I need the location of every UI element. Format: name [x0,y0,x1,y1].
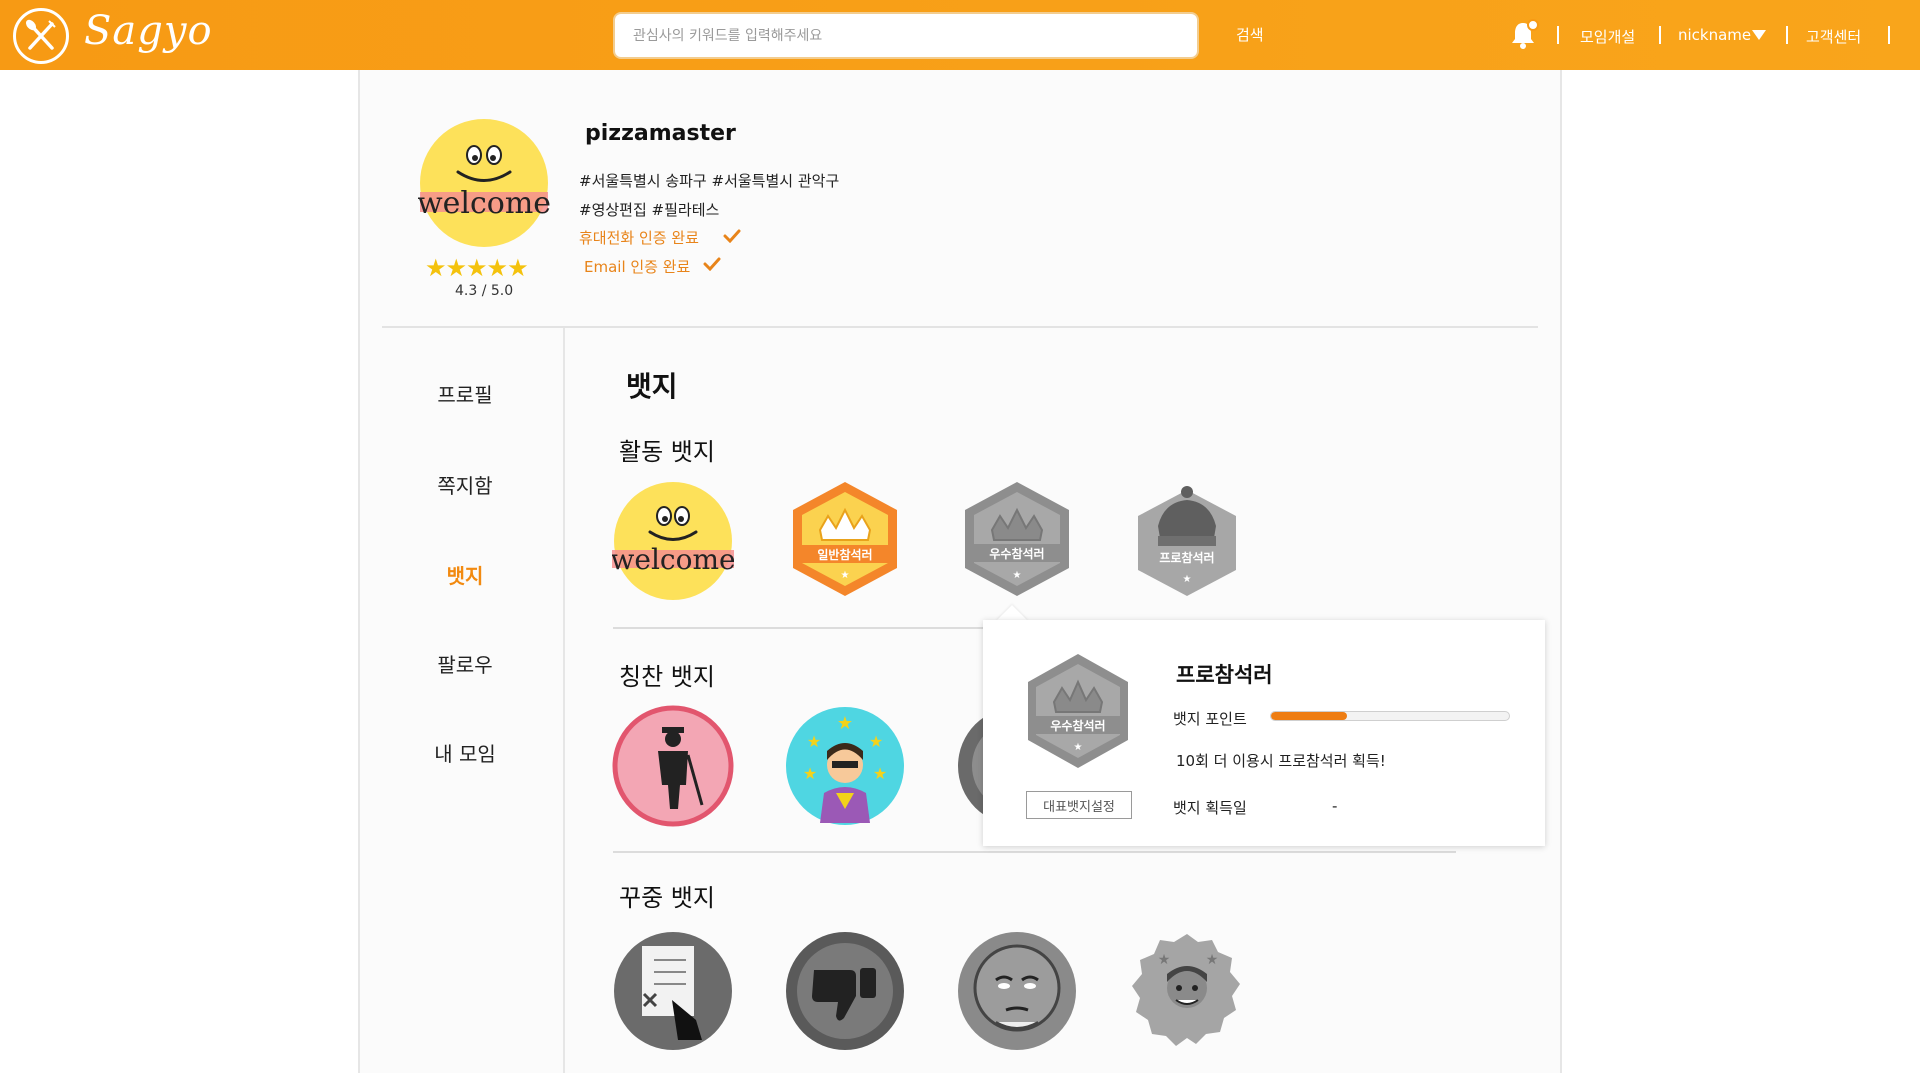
rating-value: 4.3 / 5.0 [455,283,514,299]
create-meeting-link[interactable]: 모임개설 [1580,26,1635,47]
thumbs-down-badge[interactable] [784,930,906,1052]
username: pizzamaster [585,121,736,146]
location-tags: #서울특별시 송파구 #서울특별시 관악구 [579,172,840,190]
svg-text:★: ★ [837,713,853,734]
acquired-date-label: 뱃지 획득일 [1173,799,1247,817]
header-separator [1888,26,1890,44]
svg-text:★: ★ [1074,742,1083,753]
set-representative-badge-button[interactable]: 대표뱃지설정 [1026,791,1132,819]
check-icon [723,229,741,243]
badge-point-label: 뱃지 포인트 [1173,710,1247,728]
popup-arrow [996,605,1028,621]
logo-icon[interactable] [13,8,69,64]
badge-point-progress-fill [1271,712,1348,720]
badge-point-progress [1270,711,1510,721]
sidebar-item-follow[interactable]: 팔로우 [400,649,530,678]
header-separator [1557,26,1559,44]
excellent-participant-badge[interactable]: 우수참석러 ★ [956,478,1078,600]
svg-text:★: ★ [1206,952,1219,968]
svg-text:★: ★ [873,764,887,783]
nickname-menu[interactable]: nickname [1678,26,1751,44]
popup-badge-label: 우수참석러 [1050,718,1105,733]
interest-tags: #영상편집 #필라테스 [579,201,720,219]
rating-stars: ★★★★★ [425,254,529,282]
sidebar-item-badges[interactable]: 뱃지 [400,560,530,589]
popup-badge-image: 우수참석러 ★ [1028,654,1128,768]
sleepy-face-badge[interactable] [956,930,1078,1052]
sidebar-divider [563,328,565,1073]
profile-divider [382,326,1538,328]
search-field[interactable] [613,12,1199,59]
chevron-down-icon[interactable] [1752,30,1766,40]
header-separator [1659,26,1661,44]
svg-text:★: ★ [841,570,850,581]
sidebar-item-profile[interactable]: 프로필 [400,379,530,408]
gentleman-badge[interactable] [612,705,734,827]
pro-participant-label: 프로참석러 [1159,550,1214,565]
phone-verified-text: 휴대전화 인증 완료 [579,229,699,247]
checklist-badge[interactable] [612,930,734,1052]
excellent-participant-label: 우수참석러 [989,546,1044,561]
page-title: 뱃지 [626,370,678,403]
normal-participant-badge[interactable]: 일반참석러 ★ [784,478,906,600]
welcome-badge[interactable]: welcome [612,480,734,602]
acquired-date-value: - [1332,797,1338,815]
activity-badges-title: 활동 뱃지 [619,438,715,466]
header-separator [1786,26,1788,44]
email-verified-text: Email 인증 완료 [584,258,691,276]
popup-title: 프로참석러 [1176,663,1273,687]
section-divider [613,851,1456,853]
svg-text:★: ★ [1158,952,1171,968]
svg-text:★: ★ [807,732,821,751]
check-icon [703,257,721,271]
pro-participant-badge[interactable]: 프로참석러 ★ [1126,478,1248,600]
avatar-text: welcome [418,186,550,221]
welcome-badge-text: welcome [612,543,734,576]
sidebar-item-my-meetings[interactable]: 내 모임 [400,738,530,767]
support-link[interactable]: 고객센터 [1806,26,1861,47]
profile-avatar[interactable]: welcome [418,117,550,249]
search-button[interactable]: 검색 [1236,24,1264,45]
svg-text:★: ★ [803,764,817,783]
scold-badges-title: 꾸중 뱃지 [619,884,715,912]
praise-badges-title: 칭찬 뱃지 [619,663,715,691]
svg-text:★: ★ [869,732,883,751]
sidebar-item-messages[interactable]: 쪽지함 [400,470,530,499]
svg-text:★: ★ [1183,574,1192,585]
notification-dot [1527,19,1539,31]
badge-message: 10회 더 이용시 프로참석러 획득! [1176,752,1386,770]
dizzy-face-badge[interactable]: ★ ★ [1126,930,1248,1052]
logo-text[interactable]: Sagyo [84,8,213,54]
svg-text:★: ★ [1013,570,1022,581]
star-badge[interactable]: ★ ★ ★ ★ ★ [784,705,906,827]
normal-participant-label: 일반참석러 [817,547,872,562]
search-input[interactable] [615,14,1197,57]
